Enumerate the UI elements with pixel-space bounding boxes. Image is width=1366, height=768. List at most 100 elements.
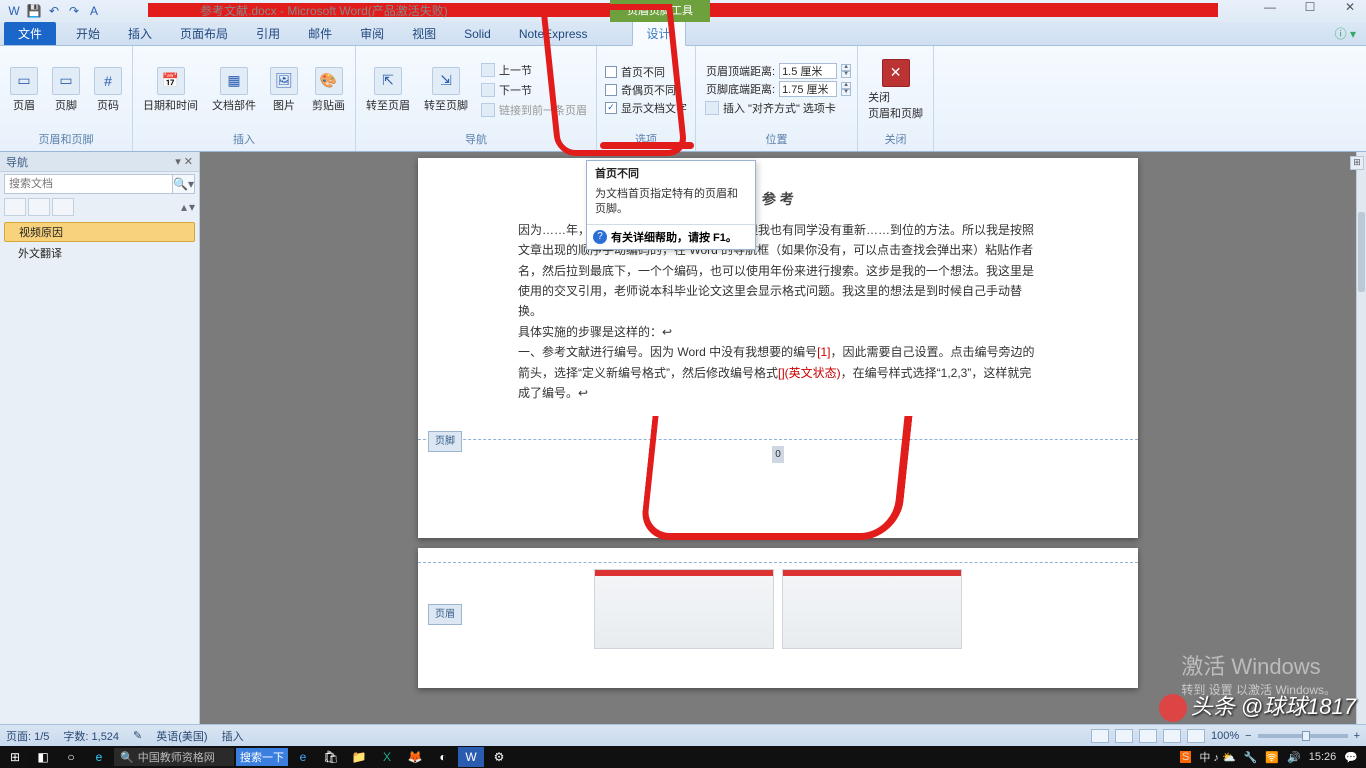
start-button[interactable]: ⊞ [2,747,28,767]
taskview-icon[interactable]: ◧ [30,747,56,767]
spinner[interactable]: ▲▼ [841,82,851,96]
tab-review[interactable]: 审阅 [346,22,398,45]
minimize-button[interactable]: — [1260,0,1280,14]
nav-view-headings[interactable] [4,198,26,216]
view-web[interactable] [1139,729,1157,743]
view-outline[interactable] [1163,729,1181,743]
tooltip-footer: ?有关详细帮助，请按 F1。 [587,224,755,249]
nav-search-input[interactable] [4,174,173,194]
tab-insert[interactable]: 插入 [114,22,166,45]
action-center-icon[interactable]: 💬 [1344,751,1358,764]
nav-next-icon[interactable]: ▾ [189,200,195,214]
first-page-different-checkbox[interactable]: 首页不同 [603,64,689,80]
explorer-icon[interactable]: 📁 [346,747,372,767]
tab-mailings[interactable]: 邮件 [294,22,346,45]
datetime-button[interactable]: 📅日期和时间 [139,65,202,115]
volume-icon[interactable]: 🔊 [1287,751,1301,764]
view-fullscreen[interactable] [1115,729,1133,743]
window-buttons: — ☐ ✕ [1260,0,1360,14]
show-doc-text-checkbox[interactable]: 显示文档文字 [603,100,689,116]
zoom-slider[interactable] [1258,734,1348,738]
zoom-out-button[interactable]: − [1245,730,1251,742]
tab-references[interactable]: 引用 [242,22,294,45]
next-section-button[interactable]: 下一节 [478,81,590,99]
font-color-icon[interactable]: A [86,3,102,19]
chrome-icon[interactable]: ◐ [430,747,456,767]
goto-header-button[interactable]: ⇱转至页眉 [362,65,414,115]
view-draft[interactable] [1187,729,1205,743]
store-icon[interactable]: 🛍 [318,747,344,767]
picture-icon: 🖼 [270,67,298,95]
document-area[interactable]: 参 考 因为……年，但是我们学校要求顺序编码，但我也有同学没有重新……到位的方法… [200,152,1356,724]
tab-solid[interactable]: Solid [450,24,505,44]
header-top-input[interactable]: 1.5 厘米 [779,63,837,79]
close-header-footer-button[interactable]: ✕关闭 页眉和页脚 [864,57,927,123]
redo-icon[interactable]: ↷ [66,3,82,19]
zoom-in-button[interactable]: + [1354,730,1360,742]
tray-icon[interactable]: 🔧 [1244,751,1258,764]
link-prev-button[interactable]: 链接到前一条页眉 [478,101,590,119]
page-number-field[interactable]: 0 [772,446,784,463]
cortana-icon[interactable]: ○ [58,747,84,767]
spinner[interactable]: ▲▼ [841,64,851,78]
settings-icon[interactable]: ⚙ [486,747,512,767]
nav-view-pages[interactable] [28,198,50,216]
network-icon[interactable]: 🛜 [1265,751,1279,764]
nav-item-selected[interactable]: 视频原因 [4,222,195,242]
close-window-button[interactable]: ✕ [1340,0,1360,14]
clock[interactable]: 15:26 [1309,751,1337,763]
footer-button[interactable]: ▭页脚 [48,65,84,115]
status-language[interactable]: 英语(美国) [156,728,207,744]
excel-icon[interactable]: X [374,747,400,767]
insert-align-tab-button[interactable]: 插入 "对齐方式" 选项卡 [702,99,851,117]
ie-icon[interactable]: e [86,747,112,767]
tab-noteexpress[interactable]: NoteExpress [505,24,602,44]
zoom-pct[interactable]: 100% [1211,730,1239,742]
scrollbar-thumb[interactable] [1358,212,1365,292]
help-icon[interactable]: ⓘ ▾ [1335,25,1356,42]
header-button[interactable]: ▭页眉 [6,65,42,115]
save-icon[interactable]: 💾 [26,3,42,19]
search-icon[interactable]: 🔍▾ [173,174,195,194]
tab-design[interactable]: 设计 [632,21,686,46]
docparts-button[interactable]: ▦文档部件 [208,65,260,115]
maximize-button[interactable]: ☐ [1300,0,1320,14]
pin-icon[interactable]: ▾ ✕ [175,155,193,168]
prev-section-button[interactable]: 上一节 [478,61,590,79]
sogou-ime-icon[interactable]: S [1180,751,1191,763]
group-close: ✕关闭 页眉和页脚 关闭 [858,46,934,151]
page-2[interactable]: 页眉 [418,548,1138,688]
status-mode[interactable]: 插入 [222,728,244,744]
avatar-icon [1159,694,1187,722]
odd-even-different-checkbox[interactable]: 奇偶页不同 [603,82,689,98]
view-print-layout[interactable] [1091,729,1109,743]
hash-icon: # [94,67,122,95]
ime-status[interactable]: 中 ♪ ⛅ [1199,749,1235,765]
edge-icon[interactable]: e [290,747,316,767]
tab-layout[interactable]: 页面布局 [166,22,242,45]
nav-view-results[interactable] [52,198,74,216]
taskbar-search[interactable]: 🔍 中国教师资格网 [114,748,234,766]
picture-button[interactable]: 🖼图片 [266,65,302,115]
nav-prev-icon[interactable]: ▴ [181,200,187,214]
tab-view[interactable]: 视图 [398,22,450,45]
status-words[interactable]: 字数: 1,524 [63,728,119,744]
pagenum-button[interactable]: #页码 [90,65,126,115]
status-spellcheck-icon[interactable]: ✎ [133,729,142,742]
calendar-icon: 📅 [157,67,185,95]
tab-home[interactable]: 开始 [62,22,114,45]
nav-item[interactable]: 外文翻译 [4,243,195,263]
word-taskbar-icon[interactable]: W [458,747,484,767]
clipart-button[interactable]: 🎨剪贴画 [308,65,349,115]
firefox-icon[interactable]: 🦊 [402,747,428,767]
zoom-knob[interactable] [1302,731,1310,741]
undo-icon[interactable]: ↶ [46,3,62,19]
vertical-scrollbar[interactable] [1356,152,1366,724]
page-1[interactable]: 参 考 因为……年，但是我们学校要求顺序编码，但我也有同学没有重新……到位的方法… [418,158,1138,538]
ruler-toggle[interactable]: ⊞ [1350,156,1364,170]
goto-footer-button[interactable]: ⇲转至页脚 [420,65,472,115]
status-page[interactable]: 页面: 1/5 [6,728,49,744]
taskbar-search-button[interactable]: 搜索一下 [236,748,288,766]
tab-file[interactable]: 文件 [4,22,56,45]
footer-bottom-input[interactable]: 1.75 厘米 [779,81,837,97]
